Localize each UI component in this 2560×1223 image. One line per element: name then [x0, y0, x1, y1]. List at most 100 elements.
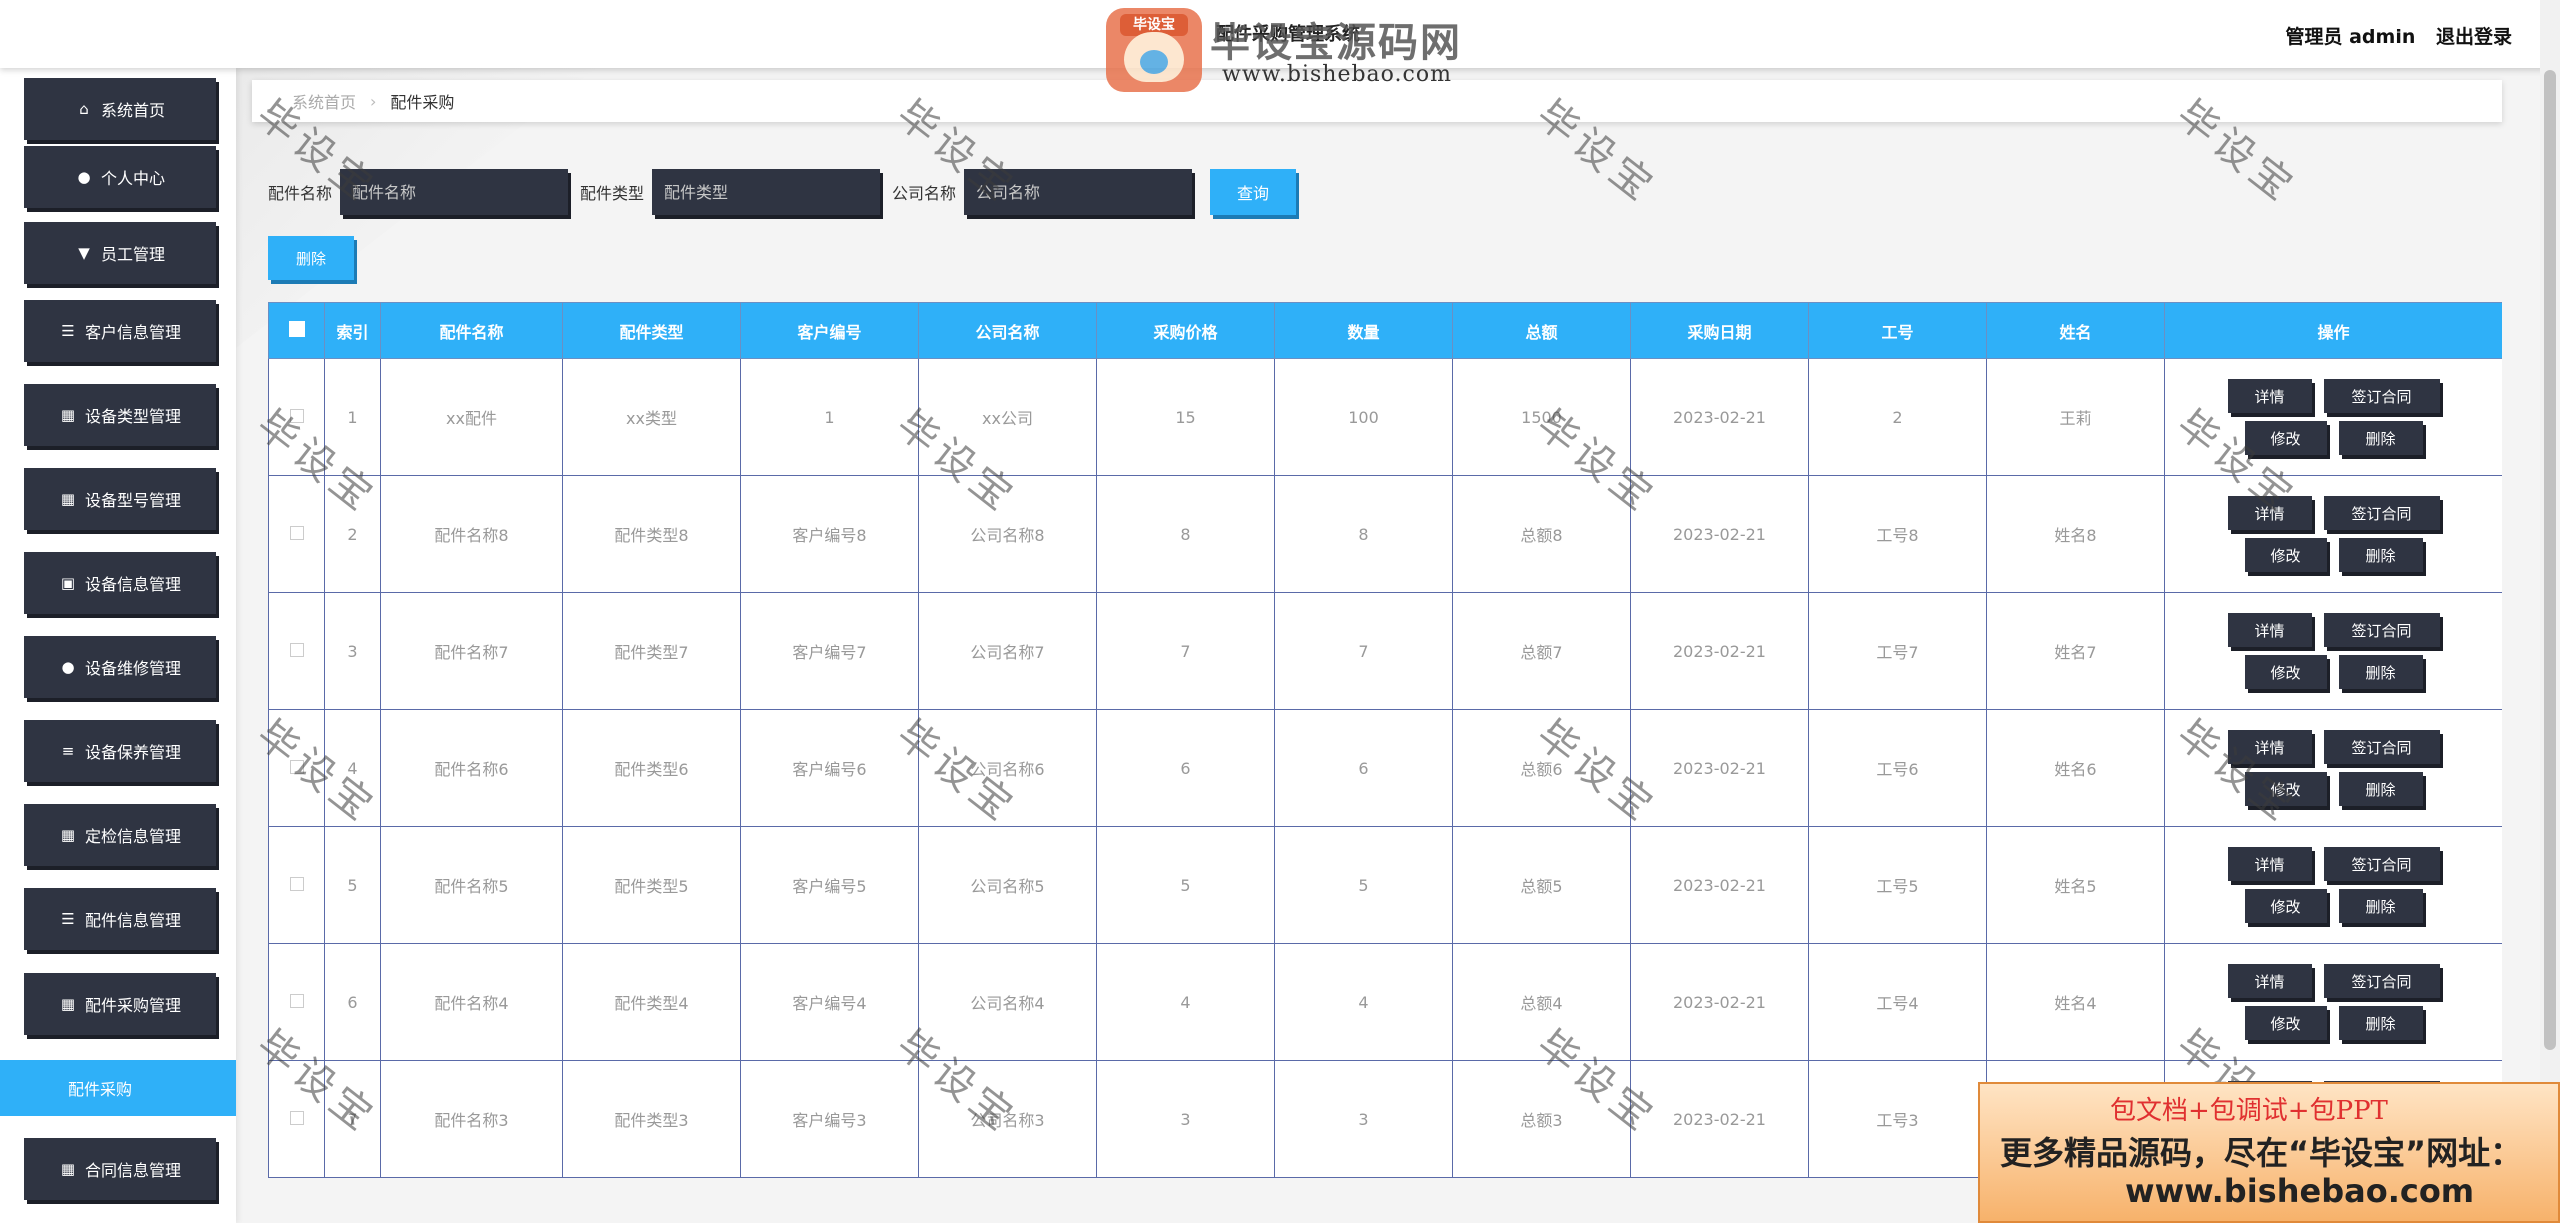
delete-button[interactable]: 删除 [2338, 538, 2423, 572]
column-header: 配件名称 [380, 302, 563, 359]
sidebar-item[interactable]: ● 设备维修管理 [24, 636, 216, 698]
sign-contract-button[interactable]: 签订合同 [2323, 379, 2440, 413]
sign-contract-button[interactable]: 签订合同 [2323, 964, 2440, 998]
delete-button[interactable]: 删除 [2338, 772, 2423, 806]
sidebar-item[interactable]: ▦ 合同信息管理 [24, 1138, 216, 1200]
promo-line-3: www.bishebao.com [2125, 1172, 2475, 1210]
detail-button[interactable]: 详情 [2227, 613, 2312, 647]
cell-part-name: 配件名称6 [380, 709, 563, 827]
cell-part-name: 配件名称7 [380, 592, 563, 710]
sidebar-item[interactable]: ▦ 设备类型管理 [24, 384, 216, 446]
sidebar-item[interactable]: ▣ 设备信息管理 [24, 552, 216, 614]
cell-date: 2023-02-21 [1630, 709, 1809, 827]
row-select-cell[interactable] [268, 943, 325, 1061]
row-select-cell[interactable] [268, 709, 325, 827]
part-type-input[interactable] [652, 169, 881, 215]
row-select-cell[interactable] [268, 592, 325, 710]
detail-button[interactable]: 详情 [2227, 730, 2312, 764]
part-name-input[interactable] [340, 169, 569, 215]
row-checkbox[interactable] [289, 759, 304, 774]
edit-button[interactable]: 修改 [2244, 538, 2327, 572]
cell-part-name: 配件名称5 [380, 826, 563, 944]
sidebar-item[interactable]: ⌂ 系统首页 [24, 78, 216, 140]
row-checkbox[interactable] [289, 642, 304, 657]
bulk-delete-button[interactable]: 删除 [268, 236, 354, 280]
breadcrumb-home[interactable]: 系统首页 [292, 89, 356, 113]
cell-index: 1 [324, 358, 381, 476]
sidebar-subitem-active[interactable]: 配件采购 [0, 1060, 236, 1116]
query-button[interactable]: 查询 [1210, 169, 1297, 215]
table-row: 2 配件名称8 配件类型8 客户编号8 公司名称8 8 8 总额8 2023-02-21 工号8 姓… [268, 475, 2502, 593]
edit-button[interactable]: 修改 [2244, 889, 2327, 923]
detail-button[interactable]: 详情 [2227, 496, 2312, 530]
detail-button[interactable]: 详情 [2227, 847, 2312, 881]
cell-date: 2023-02-21 [1630, 1060, 1809, 1178]
cell-price: 15 [1096, 358, 1275, 476]
sidebar-item[interactable]: ☰ 客户信息管理 [24, 300, 216, 362]
delete-button[interactable]: 删除 [2338, 889, 2423, 923]
sign-contract-button[interactable]: 签订合同 [2323, 847, 2440, 881]
row-checkbox[interactable] [289, 993, 304, 1008]
cell-name: 姓名7 [1986, 592, 2165, 710]
cell-customer-no: 客户编号7 [740, 592, 919, 710]
sidebar-item[interactable]: ▦ 配件采购管理 [24, 973, 216, 1035]
sidebar-item[interactable]: ☰ 配件信息管理 [24, 888, 216, 950]
cell-customer-no: 客户编号5 [740, 826, 919, 944]
grid-icon: ▦ [60, 995, 76, 1013]
logout-link[interactable]: 退出登录 [2436, 26, 2512, 48]
sign-contract-button[interactable]: 签订合同 [2323, 730, 2440, 764]
scrollbar-thumb[interactable] [2544, 70, 2556, 1050]
delete-button[interactable]: 删除 [2338, 655, 2423, 689]
sidebar-item[interactable]: ▼ 员工管理 [24, 222, 216, 284]
sidebar-item[interactable]: ▦ 设备型号管理 [24, 468, 216, 530]
sidebar-item[interactable]: ▦ 定检信息管理 [24, 804, 216, 866]
edit-button[interactable]: 修改 [2244, 421, 2327, 455]
cell-part-name: xx配件 [380, 358, 563, 476]
sidebar-item-label: 客户信息管理 [84, 323, 181, 342]
select-all-checkbox[interactable] [288, 320, 305, 337]
page-scrollbar[interactable] [2540, 0, 2560, 1223]
cell-price: 8 [1096, 475, 1275, 593]
edit-button[interactable]: 修改 [2244, 655, 2327, 689]
row-checkbox[interactable] [289, 408, 304, 423]
row-checkbox[interactable] [289, 525, 304, 540]
row-select-cell[interactable] [268, 826, 325, 944]
edit-button[interactable]: 修改 [2244, 772, 2327, 806]
sidebar-item-label: 员工管理 [100, 245, 165, 264]
column-header: 姓名 [1986, 302, 2165, 359]
row-select-cell[interactable] [268, 358, 325, 476]
breadcrumb-current: 配件采购 [390, 93, 455, 112]
delete-button[interactable]: 删除 [2338, 1006, 2423, 1040]
cell-price: 6 [1096, 709, 1275, 827]
sidebar-item[interactable]: ≡ 设备保养管理 [24, 720, 216, 782]
cell-company: 公司名称7 [918, 592, 1097, 710]
sliders-icon: ≡ [61, 742, 75, 760]
cell-customer-no: 客户编号4 [740, 943, 919, 1061]
select-all-header[interactable] [268, 302, 325, 359]
row-select-cell[interactable] [268, 475, 325, 593]
cell-part-name: 配件名称8 [380, 475, 563, 593]
sign-contract-button[interactable]: 签订合同 [2323, 613, 2440, 647]
cell-emp-no: 工号7 [1808, 592, 1987, 710]
delete-button[interactable]: 删除 [2338, 421, 2423, 455]
cell-qty: 6 [1274, 709, 1453, 827]
sidebar-item-label: 设备型号管理 [84, 491, 181, 510]
cell-qty: 100 [1274, 358, 1453, 476]
company-input[interactable] [964, 169, 1193, 215]
promo-line-2: 更多精品源码，尽在“毕设宝”网址： [2000, 1134, 2523, 1172]
row-checkbox[interactable] [289, 1110, 304, 1125]
promo-banner[interactable]: 包文档+包调试+包PPT 更多精品源码，尽在“毕设宝”网址： www.bishe… [1978, 1082, 2560, 1223]
row-select-cell[interactable] [268, 1060, 325, 1178]
cell-qty: 3 [1274, 1060, 1453, 1178]
column-header: 客户编号 [740, 302, 919, 359]
row-checkbox[interactable] [289, 876, 304, 891]
edit-button[interactable]: 修改 [2244, 1006, 2327, 1040]
column-header: 索引 [324, 302, 381, 359]
detail-button[interactable]: 详情 [2227, 379, 2312, 413]
detail-button[interactable]: 详情 [2227, 964, 2312, 998]
sign-contract-button[interactable]: 签订合同 [2323, 496, 2440, 530]
sidebar-item[interactable]: ● 个人中心 [24, 146, 216, 208]
cell-customer-no: 客户编号6 [740, 709, 919, 827]
column-header: 采购日期 [1630, 302, 1809, 359]
cell-customer-no: 1 [740, 358, 919, 476]
